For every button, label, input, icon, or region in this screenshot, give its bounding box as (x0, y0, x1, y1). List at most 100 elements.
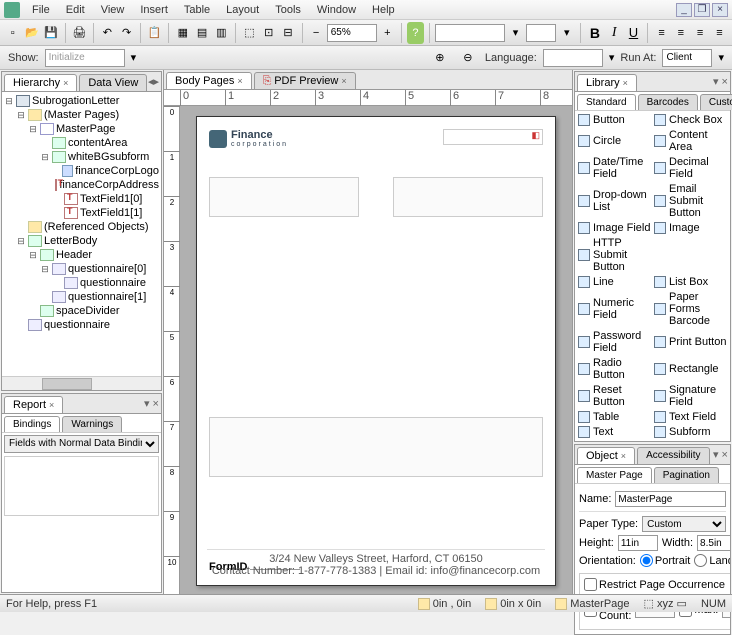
library-item[interactable]: Radio Button (577, 356, 652, 382)
grid3-button[interactable]: ▥ (213, 22, 230, 44)
tree-twisty-icon[interactable]: ⊟ (40, 264, 50, 275)
library-item[interactable]: HTTP Submit Button (577, 236, 652, 274)
tree-node[interactable]: spaceDivider (4, 304, 159, 318)
grid2-button[interactable]: ▤ (193, 22, 210, 44)
menu-layout[interactable]: Layout (218, 2, 267, 18)
panel-restore-icon[interactable]: ▾ × (144, 397, 159, 410)
show-select[interactable] (45, 49, 125, 67)
library-item[interactable]: Paper Forms Barcode (653, 290, 728, 328)
align2-button[interactable]: ⊡ (260, 22, 277, 44)
language-select[interactable] (543, 49, 603, 67)
width-input[interactable] (697, 535, 730, 551)
name-input[interactable] (615, 491, 726, 507)
align-justify-button[interactable]: ≡ (711, 22, 728, 44)
italic-button[interactable]: I (606, 22, 623, 44)
content-box[interactable] (209, 417, 543, 477)
library-item[interactable]: Text (577, 425, 652, 439)
tree-twisty-icon[interactable]: ⊟ (16, 236, 26, 247)
tab-dataview[interactable]: Data View (79, 74, 147, 91)
tree-twisty-icon[interactable]: ⊟ (28, 250, 38, 261)
library-item[interactable]: Image Field (577, 221, 652, 235)
tree-node[interactable]: TextField1[1] (4, 206, 159, 220)
align1--button[interactable]: ⬚ (241, 22, 258, 44)
tree-node[interactable]: TextField1[0] (4, 192, 159, 206)
library-item[interactable]: Content Area (653, 128, 728, 154)
library-item[interactable]: Numeric Field (577, 290, 652, 328)
library-item[interactable]: Reset Button (577, 383, 652, 409)
print-button[interactable]: 🖨 (71, 22, 88, 44)
runat-select[interactable] (662, 49, 712, 67)
close-tab-icon[interactable]: × (623, 78, 628, 88)
tab-hierarchy[interactable]: Hierarchy× (4, 74, 77, 91)
library-item[interactable]: Decimal Field (653, 155, 728, 181)
show-dropdown-icon[interactable]: ▾ (131, 51, 137, 64)
underline-button[interactable]: U (625, 22, 642, 44)
subtab-bindings[interactable]: Bindings (4, 416, 60, 432)
align-left-button[interactable]: ≡ (653, 22, 670, 44)
library-item[interactable]: Line (577, 275, 652, 289)
open-button[interactable]: 📂 (23, 22, 40, 44)
menu-edit[interactable]: Edit (58, 2, 93, 18)
undo-button[interactable]: ↶ (99, 22, 116, 44)
tab-library[interactable]: Library× (577, 74, 637, 91)
library-item[interactable]: Circle (577, 128, 652, 154)
tree-node[interactable]: questionnaire[1] (4, 290, 159, 304)
library-item[interactable]: Signature Field (653, 383, 728, 409)
library-item[interactable]: Email Submit Button (653, 182, 728, 220)
library-item[interactable]: Rectangle (653, 356, 728, 382)
library-item[interactable]: Table (577, 410, 652, 424)
script-add-button[interactable]: ⊕ (429, 47, 451, 69)
menu-insert[interactable]: Insert (132, 2, 176, 18)
portrait-radio[interactable]: Portrait (640, 554, 690, 567)
library-item[interactable]: Text Field (653, 410, 728, 424)
objtab-masterpage[interactable]: Master Page (577, 467, 652, 483)
library-item[interactable]: List Box (653, 275, 728, 289)
library-item[interactable]: Drop-down List (577, 182, 652, 220)
zoom-out-button[interactable]: − (307, 22, 324, 44)
tree-node[interactable]: ⊟MasterPage (4, 122, 159, 136)
tree-node[interactable]: ⊟whiteBGsubform (4, 150, 159, 164)
tree-twisty-icon[interactable]: ⊟ (16, 110, 26, 121)
menu-view[interactable]: View (93, 2, 133, 18)
tab-pdf-preview[interactable]: ⎘ PDF Preview× (254, 72, 356, 89)
content-box[interactable] (393, 177, 543, 217)
tree-node[interactable]: ⊟LetterBody (4, 234, 159, 248)
close-tab-icon[interactable]: × (621, 451, 626, 461)
tree-node[interactable]: financeCorpLogo (4, 164, 159, 178)
zoom-input[interactable] (327, 24, 377, 42)
menu-file[interactable]: File (24, 2, 58, 18)
close-tab-icon[interactable]: × (49, 400, 54, 410)
redo-button[interactable]: ↷ (118, 22, 135, 44)
tree-twisty-icon[interactable]: ⊟ (40, 152, 50, 163)
menu-tools[interactable]: Tools (267, 2, 309, 18)
close-tab-icon[interactable]: × (341, 76, 346, 86)
tree-node[interactable]: (Referenced Objects) (4, 220, 159, 234)
library-item[interactable]: Button (577, 113, 652, 127)
library-item[interactable]: Check Box (653, 113, 728, 127)
tree-node[interactable]: ⊟SubrogationLetter (4, 94, 159, 108)
tree-node[interactable]: questionnaire (4, 276, 159, 290)
tree-node[interactable]: contentArea (4, 136, 159, 150)
tree-twisty-icon[interactable]: ⊟ (4, 96, 14, 107)
tab-body-pages[interactable]: Body Pages× (166, 72, 252, 89)
grid1-button[interactable]: ▦ (174, 22, 191, 44)
save-button[interactable]: 💾 (43, 22, 60, 44)
close-icon[interactable]: × (712, 3, 728, 17)
align-right-button[interactable]: ≡ (691, 22, 708, 44)
design-canvas[interactable]: Financecorporation ◧ FormID 3/24 New Val… (180, 106, 572, 594)
menu-window[interactable]: Window (309, 2, 364, 18)
tree-node[interactable]: questionnaire (4, 318, 159, 332)
hierarchy-tree[interactable]: ⊟SubrogationLetter⊟(Master Pages)⊟Master… (2, 92, 161, 376)
paste-button[interactable]: 📋 (146, 22, 163, 44)
library-item[interactable]: Print Button (653, 329, 728, 355)
landscape-radio[interactable]: Landscape (694, 554, 730, 567)
tree-node[interactable]: ⊟(Master Pages) (4, 108, 159, 122)
font-size-select[interactable] (526, 24, 556, 42)
library-item[interactable]: Password Field (577, 329, 652, 355)
menu-table[interactable]: Table (176, 2, 218, 18)
content-box[interactable] (209, 177, 359, 217)
zoom-in-button[interactable]: + (379, 22, 396, 44)
help-button[interactable]: ? (407, 22, 424, 44)
size-dropdown-icon[interactable]: ▾ (558, 22, 575, 44)
minimize-icon[interactable]: _ (676, 3, 692, 17)
